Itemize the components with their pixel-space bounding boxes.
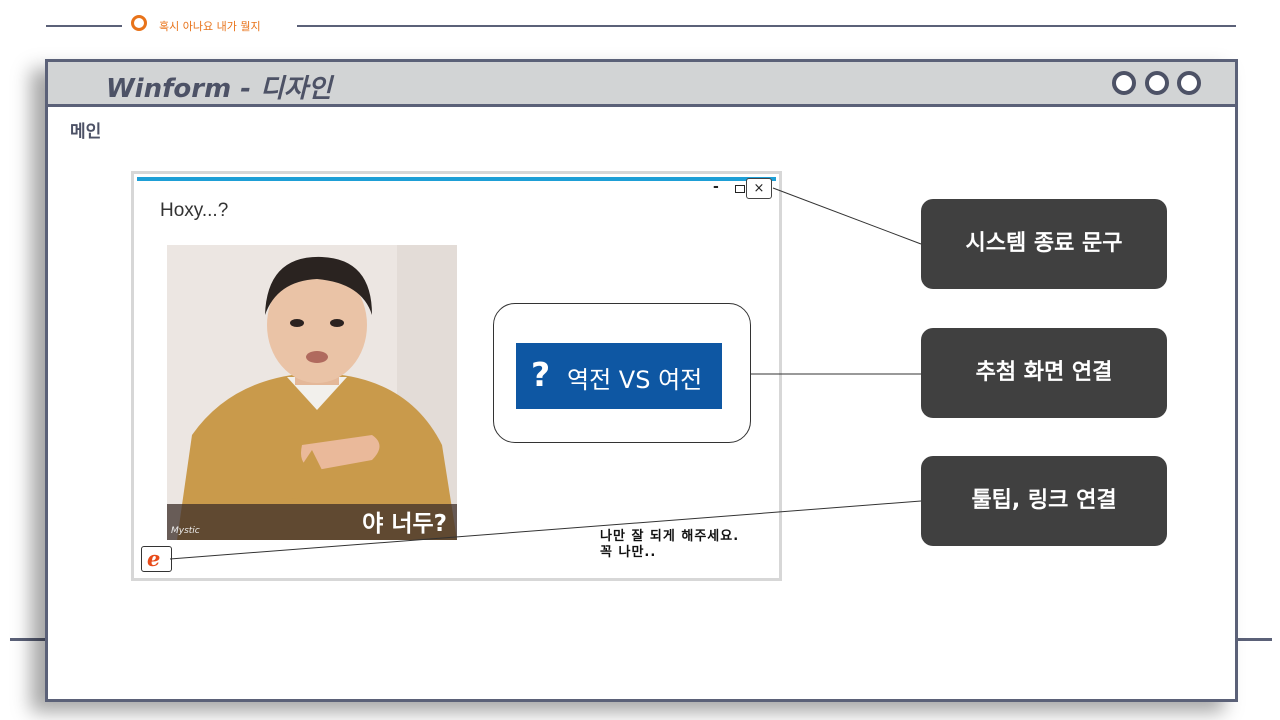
minimize-button[interactable]: - bbox=[713, 179, 719, 195]
browser-link-icon[interactable]: e bbox=[141, 546, 172, 572]
slide-titlebar: Winform - 디자인 bbox=[48, 62, 1235, 107]
tooltip-line-1: 나만 잘 되게 해주세요. bbox=[600, 529, 740, 544]
winform-mockup: Hoxy...? - × 야 너두? Mystic ? 역전 VS 여전 e 나… bbox=[131, 171, 782, 581]
meme-photo: 야 너두? Mystic bbox=[167, 245, 457, 540]
callout-system-exit: 시스템 종료 문구 bbox=[921, 199, 1167, 289]
tooltip-line-2: 꼭 나만.. bbox=[600, 545, 657, 560]
draw-screen-button-label: 역전 VS 여전 bbox=[567, 366, 703, 394]
form-accent-bar bbox=[137, 177, 776, 181]
slide-subtitle: 메인 bbox=[70, 122, 102, 142]
header-circle-icon bbox=[131, 15, 147, 31]
photo-caption: 야 너두? bbox=[362, 511, 447, 537]
header-caption: 혹시 아나요 내가 뭘지 bbox=[159, 20, 261, 33]
callout-tooltip-link: 툴팁, 링크 연결 bbox=[921, 456, 1167, 546]
header-line-right bbox=[297, 25, 1236, 27]
window-circle-icon[interactable] bbox=[1145, 71, 1169, 95]
maximize-button[interactable] bbox=[735, 185, 745, 193]
person-illustration bbox=[167, 245, 457, 540]
window-circle-icon[interactable] bbox=[1177, 71, 1201, 95]
slide-title: Winform - 디자인 bbox=[106, 74, 332, 104]
form-title: Hoxy...? bbox=[160, 200, 229, 221]
side-bar-left bbox=[10, 638, 46, 641]
callout-draw-screen: 추첨 화면 연결 bbox=[921, 328, 1167, 418]
side-bar-right bbox=[1236, 638, 1272, 641]
tooltip-text: 나만 잘 되게 해주세요. 꼭 나만.. bbox=[600, 529, 739, 561]
question-icon: ? bbox=[531, 355, 551, 394]
photo-watermark: Mystic bbox=[171, 526, 200, 536]
close-button[interactable]: × bbox=[746, 178, 772, 199]
window-circle-icon[interactable] bbox=[1112, 71, 1136, 95]
header-line-left bbox=[46, 25, 122, 27]
internet-explorer-icon: e bbox=[147, 546, 161, 571]
draw-screen-button[interactable]: ? 역전 VS 여전 bbox=[516, 343, 722, 409]
